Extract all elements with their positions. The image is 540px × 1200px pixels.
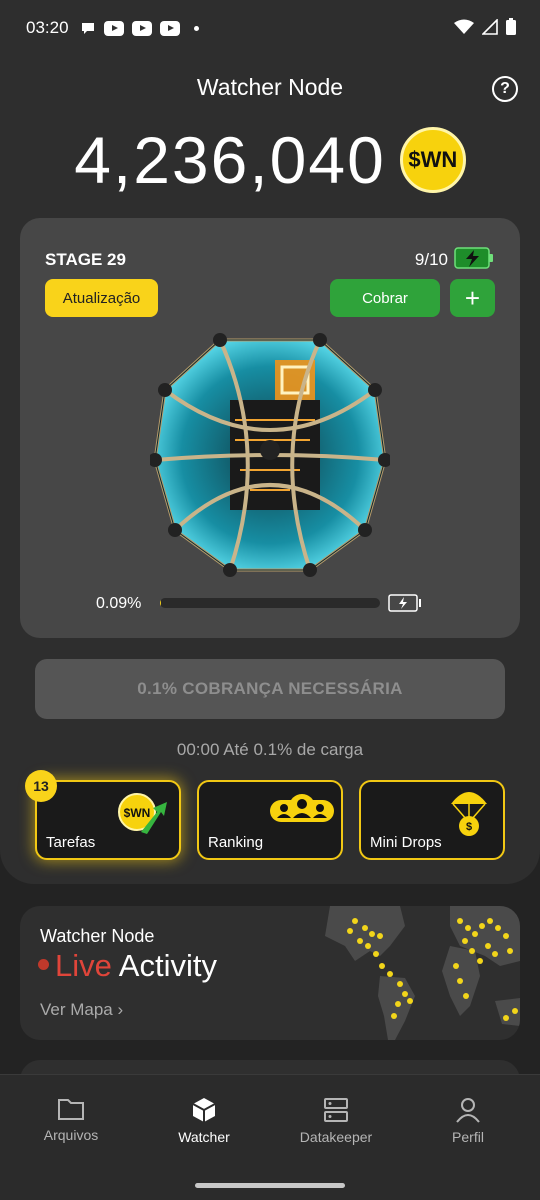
tile-tasks[interactable]: 13 $WN Tarefas <box>25 770 181 860</box>
nav-item-perfil[interactable]: Perfil <box>408 1097 528 1145</box>
battery-bolt-icon <box>388 594 421 612</box>
world-map-image <box>325 906 520 1040</box>
wn-coin-arrow-icon: $WN <box>118 793 167 834</box>
notification-icons <box>80 20 199 36</box>
nav-label: Datakeeper <box>299 1129 373 1145</box>
stage-card: STAGE 29 9/10 Atualização Cobrar + 0.09% <box>20 218 520 638</box>
more-notifications-dot <box>194 25 199 31</box>
users-icon <box>270 794 334 822</box>
tile-ranking[interactable]: Ranking <box>197 780 343 860</box>
page-title: Watcher Node <box>196 74 344 100</box>
update-button[interactable]: Atualização <box>45 279 158 317</box>
help-icon[interactable]: ? <box>492 76 518 102</box>
battery-icon <box>506 18 516 35</box>
nav-label: Perfil <box>452 1129 484 1145</box>
cube-icon <box>192 1098 216 1122</box>
charge-progress-bar <box>160 598 380 608</box>
chat-bubble-icon <box>82 23 94 34</box>
progress-percent: 0.09% <box>96 595 142 612</box>
nav-item-watcher[interactable]: Watcher <box>144 1097 264 1145</box>
battery-charging-icon <box>454 247 493 269</box>
status-bar: 03:20 <box>0 0 540 56</box>
watcher-node-image <box>150 333 390 577</box>
collect-button[interactable]: Cobrar <box>330 279 440 317</box>
nav-item-arquivos[interactable]: Arquivos <box>11 1097 131 1143</box>
nav-label: Watcher <box>178 1129 230 1145</box>
svg-text:$WN: $WN <box>124 806 151 820</box>
charge-required-button[interactable]: 0.1% COBRANÇA NECESSÁRIA <box>35 659 505 719</box>
wifi-icon <box>454 19 474 34</box>
add-button[interactable]: + <box>450 279 495 317</box>
live-word: Live <box>55 948 112 983</box>
signal-icon <box>482 18 498 35</box>
tasks-count-badge: 13 <box>25 770 57 802</box>
home-indicator[interactable] <box>195 1183 345 1188</box>
activity-word: Activity <box>118 948 217 983</box>
view-map-label: Ver Mapa <box>40 1000 113 1019</box>
youtube-icon <box>160 20 180 36</box>
tile-label: Mini Drops <box>370 834 442 851</box>
tile-mini-drops[interactable]: $ Mini Drops <box>359 780 505 860</box>
youtube-icon <box>104 20 124 36</box>
tile-label: Ranking <box>208 834 264 851</box>
parachute-coin-icon: $ <box>451 792 487 836</box>
chevron-right-icon: › <box>117 1000 124 1019</box>
charge-info: 00:00 Até 0.1% de carga <box>176 740 364 759</box>
view-map-link[interactable]: Ver Mapa › <box>40 1000 123 1020</box>
folder-icon <box>58 1099 84 1120</box>
svg-text:$: $ <box>466 821 472 833</box>
live-dot-icon <box>38 959 49 971</box>
tile-label: Tarefas <box>46 834 96 851</box>
nav-label: Arquivos <box>43 1127 99 1143</box>
stage-label: STAGE 29 <box>45 250 126 269</box>
system-icons <box>454 18 516 35</box>
live-subtitle: Watcher Node <box>40 926 155 946</box>
live-activity-card[interactable]: Watcher Node Live Activity Ver Mapa › <box>20 906 520 1040</box>
bottom-nav: Arquivos Watcher Datakeeper Perfil <box>0 1074 540 1200</box>
balance-row: 4,236,040 $WN <box>0 122 540 198</box>
status-time: 03:20 <box>26 18 69 37</box>
server-icon <box>324 1098 348 1122</box>
youtube-icon <box>132 20 152 36</box>
balance-amount: 4,236,040 <box>74 123 386 197</box>
live-activity-title: Live Activity <box>38 948 217 984</box>
nav-item-datakeeper[interactable]: Datakeeper <box>276 1097 396 1145</box>
wn-coin-icon: $WN <box>399 127 466 193</box>
person-icon <box>456 1098 480 1123</box>
energy-count: 9/10 <box>414 250 448 269</box>
